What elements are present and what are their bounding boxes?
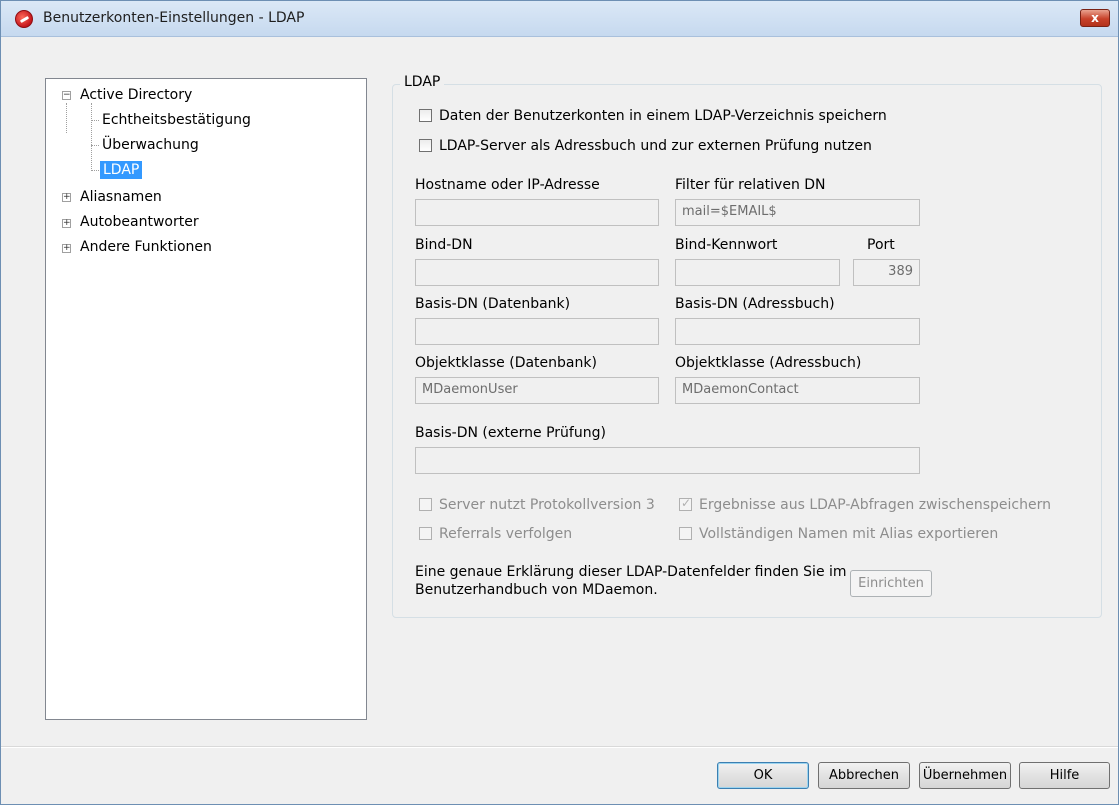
checkmark-icon: ✓ [681,496,692,510]
ok-button[interactable]: OK [717,762,809,789]
tree-connector [91,170,99,171]
navigation-tree[interactable]: − Active Directory Echtheitsbestätigung … [45,78,367,720]
tree-item-echtheitsbestaetigung[interactable]: Echtheitsbestätigung [102,112,251,128]
info-text-line-1: Eine genaue Erklärung dieser LDAP-Datenf… [415,564,847,580]
base-dn-ext-label: Basis-DN (externe Prüfung) [415,425,606,441]
tree-connector [91,145,99,146]
store-accounts-checkbox[interactable] [419,109,432,122]
base-dn-db-field[interactable] [415,318,659,345]
help-button[interactable]: Hilfe [1019,762,1110,789]
tree-item-andere-funktionen[interactable]: Andere Funktionen [80,239,212,255]
use-addressbook-label: LDAP-Server als Adressbuch und zur exter… [439,138,872,154]
hostname-label: Hostname oder IP-Adresse [415,177,600,193]
protocol-v3-label: Server nutzt Protokollversion 3 [439,497,655,513]
use-addressbook-checkbox[interactable] [419,139,432,152]
window-title: Benutzerkonten-Einstellungen - LDAP [43,10,305,26]
tree-item-ueberwachung[interactable]: Überwachung [102,137,199,153]
rdn-filter-label: Filter für relativen DN [675,177,826,193]
protocol-v3-checkbox[interactable] [419,498,432,511]
base-dn-ab-field[interactable] [675,318,920,345]
objclass-db-field[interactable]: MDaemonUser [415,377,659,404]
export-alias-checkbox[interactable] [679,527,692,540]
tree-connector [91,103,92,171]
referrals-checkbox[interactable] [419,527,432,540]
referrals-label: Referrals verfolgen [439,526,573,542]
base-dn-db-label: Basis-DN (Datenbank) [415,296,571,312]
tree-connector [91,120,99,121]
expand-toggle-icon[interactable]: + [62,219,71,228]
cache-results-label: Ergebnisse aus LDAP-Abfragen zwischenspe… [699,497,1051,513]
dialog-window: Benutzerkonten-Einstellungen - LDAP x − … [0,0,1119,805]
tree-item-aliasnamen[interactable]: Aliasnamen [80,189,162,205]
collapse-toggle-icon[interactable]: − [62,91,71,100]
objclass-db-label: Objektklasse (Datenbank) [415,355,597,371]
setup-button[interactable]: Einrichten [850,570,932,597]
tree-item-ldap[interactable]: LDAP [100,161,143,179]
export-alias-label: Vollständigen Namen mit Alias exportiere… [699,526,999,542]
base-dn-ext-field[interactable] [415,447,920,474]
cancel-button[interactable]: Abbrechen [818,762,910,789]
bind-password-field[interactable] [675,259,840,286]
cache-results-checkbox[interactable]: ✓ [679,496,692,511]
expand-toggle-icon[interactable]: + [62,193,71,202]
bind-dn-label: Bind-DN [415,237,473,253]
mdaemon-app-icon [15,10,33,28]
port-label: Port [867,237,895,253]
objclass-ab-field[interactable]: MDaemonContact [675,377,920,404]
close-button[interactable]: x [1080,9,1110,27]
base-dn-ab-label: Basis-DN (Adressbuch) [675,296,835,312]
tree-item-autobeantworter[interactable]: Autobeantworter [80,214,199,230]
rdn-filter-field[interactable]: mail=$EMAIL$ [675,199,920,226]
objclass-ab-label: Objektklasse (Adressbuch) [675,355,862,371]
bind-password-label: Bind-Kennwort [675,237,778,253]
title-bar[interactable]: Benutzerkonten-Einstellungen - LDAP x [1,1,1118,37]
tree-item-active-directory[interactable]: Active Directory [80,87,192,103]
hostname-field[interactable] [415,199,659,226]
port-field[interactable]: 389 [853,259,920,286]
expand-toggle-icon[interactable]: + [62,244,71,253]
store-accounts-label: Daten der Benutzerkonten in einem LDAP-V… [439,108,887,124]
apply-button[interactable]: Übernehmen [919,762,1011,789]
ldap-group-title: LDAP [400,74,445,90]
info-text-line-2: Benutzerhandbuch von MDaemon. [415,582,658,598]
footer-separator [1,746,1118,748]
bind-dn-field[interactable] [415,259,659,286]
tree-connector [66,103,67,133]
